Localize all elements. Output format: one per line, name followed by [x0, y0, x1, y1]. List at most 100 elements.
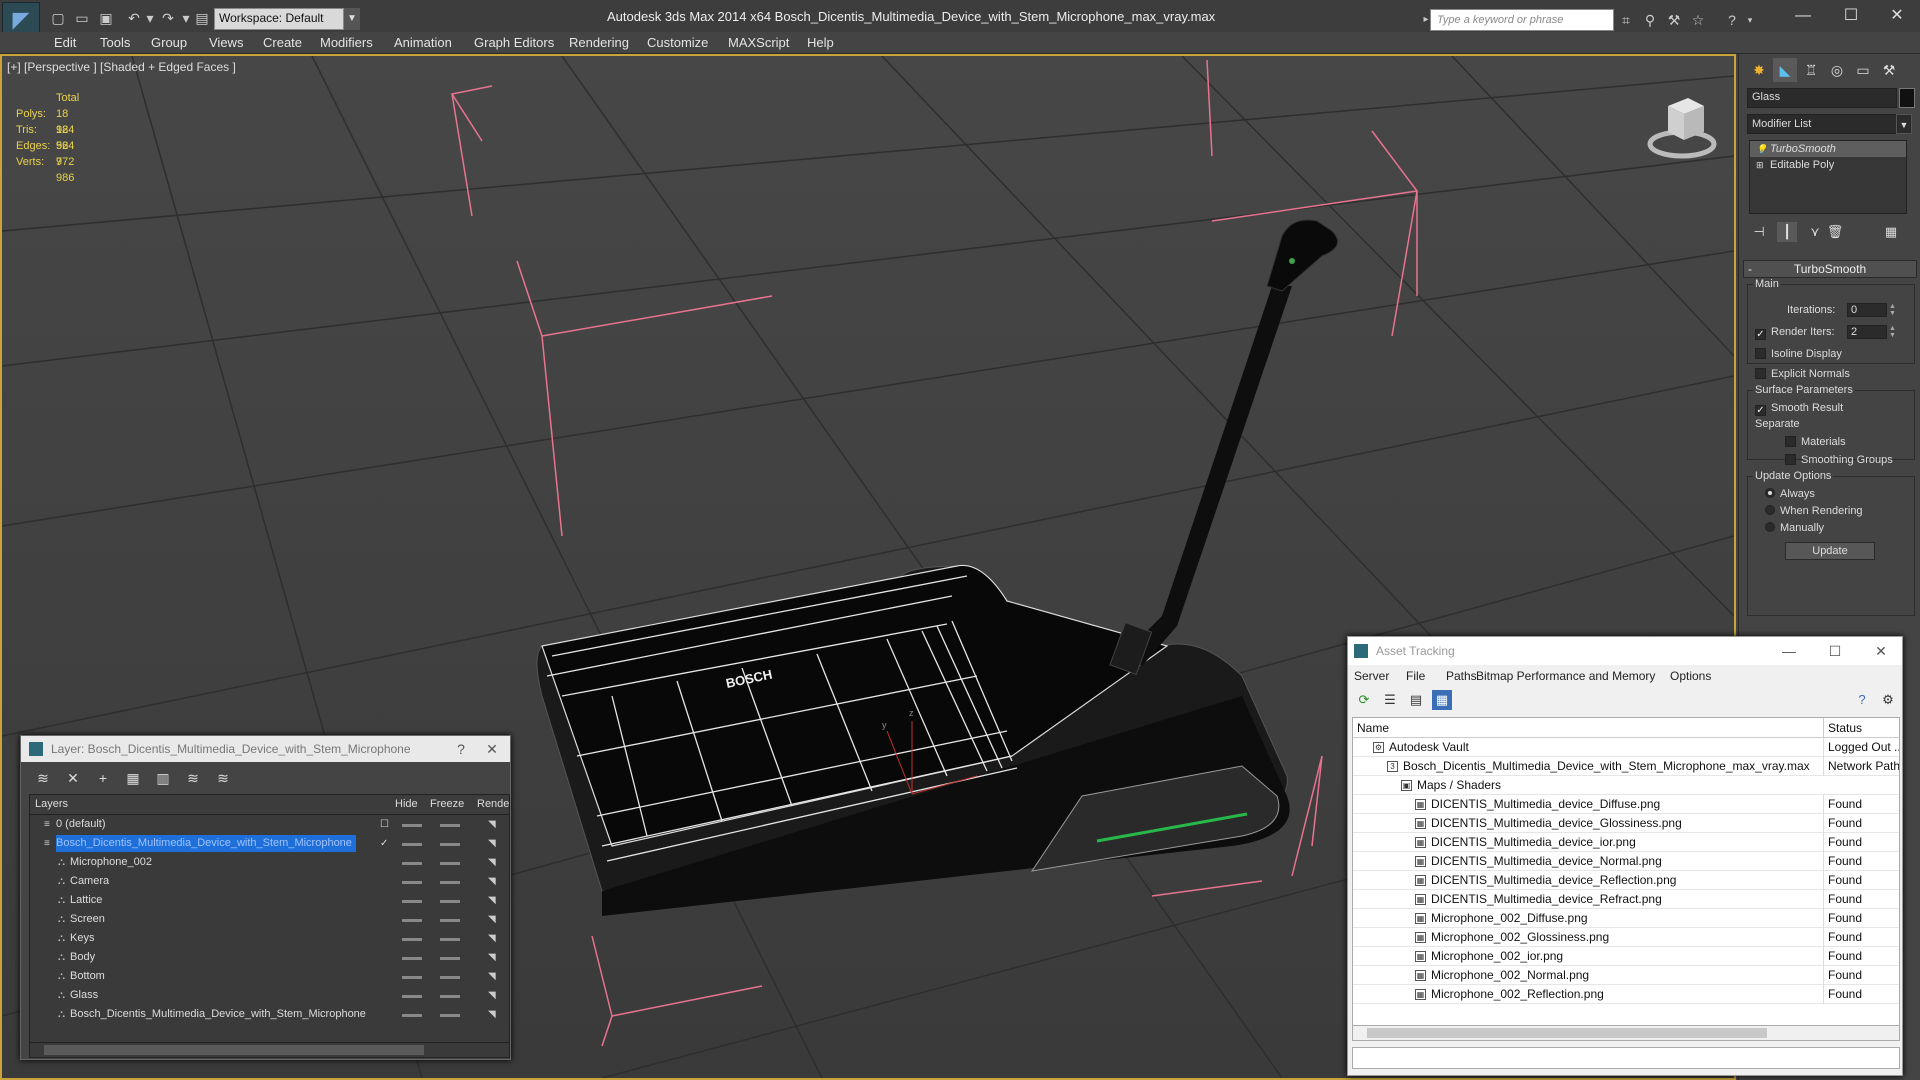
radio-when-rendering[interactable]: When Rendering — [1765, 503, 1863, 519]
layer-row[interactable]: ⛬ Keys ▬▬ ▬▬ ◥ — [30, 929, 509, 948]
col-status[interactable]: Status — [1823, 718, 1862, 738]
menu-file[interactable]: File — [1406, 669, 1425, 683]
smoothing-groups-checkbox[interactable]: Smoothing Groups — [1785, 452, 1893, 468]
menu-customize[interactable]: Customize — [647, 35, 708, 50]
freeze-toggle-icon[interactable]: ▬▬ — [440, 834, 460, 853]
asset-row[interactable]: ▦ Microphone_002_Normal.png Found — [1353, 966, 1899, 985]
render-toggle-icon[interactable]: ◥ — [488, 1005, 496, 1024]
layer-row[interactable]: ⛬ Screen ▬▬ ▬▬ ◥ — [30, 910, 509, 929]
microphone-device-model[interactable]: BOSCH — [536, 219, 1339, 916]
open-file-icon[interactable]: ▭ — [72, 8, 92, 28]
minimize-button[interactable]: — — [1780, 4, 1826, 28]
hide-all-icon[interactable]: ≋ — [183, 768, 203, 788]
freeze-toggle-icon[interactable]: ▬▬ — [440, 872, 460, 891]
freeze-all-icon[interactable]: ≋ — [213, 768, 233, 788]
asset-row[interactable]: ▦ Microphone_002_ior.png Found — [1353, 947, 1899, 966]
utilities-tab-icon[interactable]: ⚒ — [1877, 58, 1901, 82]
undo-dropdown-icon[interactable]: ▾ — [140, 8, 160, 28]
asset-row[interactable]: ▦ DICENTIS_Multimedia_device_ior.png Found — [1353, 833, 1899, 852]
pin-stack-icon[interactable]: ⊣ — [1749, 222, 1769, 242]
freeze-toggle-icon[interactable]: ▬▬ — [440, 1005, 460, 1024]
binoculars-icon[interactable]: ⌗ — [1616, 10, 1636, 30]
asset-row[interactable]: ▦ DICENTIS_Multimedia_device_Diffuse.png F… — [1353, 795, 1899, 814]
table-view-icon[interactable]: ▦ — [1432, 690, 1452, 710]
hide-toggle-icon[interactable]: ▬▬ — [402, 834, 422, 853]
asset-row[interactable]: 3 Bosch_Dicentis_Multimedia_Device_with_S… — [1353, 757, 1899, 776]
modify-tab-icon[interactable]: ◣ — [1773, 58, 1797, 82]
maximize-button[interactable]: ☐ — [1812, 637, 1858, 665]
menu-graph-editors[interactable]: Graph Editors — [474, 35, 554, 50]
iterations-spinner[interactable]: 0 — [1847, 303, 1887, 317]
project-folder-icon[interactable]: ▤ — [192, 8, 212, 28]
asset-row[interactable]: ▦ Microphone_002_Reflection.png Found — [1353, 985, 1899, 1004]
key-icon[interactable]: ⚲ — [1640, 10, 1660, 30]
workspace-arrow-icon[interactable]: ▼ — [344, 8, 360, 30]
hide-toggle-icon[interactable]: ▬▬ — [402, 853, 422, 872]
menu-group[interactable]: Group — [151, 35, 187, 50]
hide-toggle-icon[interactable]: ▬▬ — [402, 986, 422, 1005]
spinner-arrows-icon[interactable]: ▲ ▼ — [1889, 303, 1897, 317]
horizontal-scrollbar[interactable] — [1352, 1025, 1900, 1041]
render-toggle-icon[interactable]: ◥ — [488, 834, 496, 853]
current-layer-check-icon[interactable]: ✓ — [380, 834, 388, 853]
motion-tab-icon[interactable]: ◎ — [1825, 58, 1849, 82]
delete-layer-icon[interactable]: ✕ — [63, 768, 83, 788]
lightbulb-icon[interactable]: 💡 — [1756, 141, 1767, 157]
render-toggle-icon[interactable]: ◥ — [488, 815, 496, 834]
smooth-result-checkbox[interactable]: ✓ Smooth Result — [1755, 400, 1843, 416]
menu-tools[interactable]: Tools — [100, 35, 130, 50]
render-toggle-icon[interactable]: ◥ — [488, 891, 496, 910]
menu-paths[interactable]: Paths — [1446, 669, 1477, 683]
close-window-button[interactable]: ✕ — [477, 736, 507, 762]
list-view-icon[interactable]: ☰ — [1380, 690, 1400, 710]
hide-toggle-icon[interactable]: ▬▬ — [402, 1005, 422, 1024]
redo-icon[interactable]: ↷ — [158, 8, 178, 28]
object-color-swatch[interactable] — [1899, 88, 1915, 108]
new-layer-icon[interactable]: ≋ — [33, 768, 53, 788]
render-toggle-icon[interactable]: ◥ — [488, 853, 496, 872]
menu-rendering[interactable]: Rendering — [569, 35, 629, 50]
freeze-toggle-icon[interactable]: ▬▬ — [440, 986, 460, 1005]
asset-row[interactable]: ⚙ Autodesk Vault Logged Out ... — [1353, 738, 1899, 757]
layer-window-title[interactable]: Layer: Bosch_Dicentis_Multimedia_Device_… — [21, 736, 510, 762]
asset-row[interactable]: ▦ Microphone_002_Diffuse.png Found — [1353, 909, 1899, 928]
asset-row[interactable]: ▦ DICENTIS_Multimedia_device_Refract.png F… — [1353, 890, 1899, 909]
new-file-icon[interactable]: ▢ — [48, 8, 68, 28]
asset-row[interactable]: ▦ DICENTIS_Multimedia_device_Reflection.p… — [1353, 871, 1899, 890]
hide-toggle-icon[interactable]: ▬▬ — [402, 891, 422, 910]
menu-options[interactable]: Options — [1670, 669, 1711, 683]
refresh-icon[interactable]: ⟳ — [1354, 690, 1374, 710]
search-input[interactable]: Type a keyword or phrase — [1430, 9, 1614, 31]
col-hide[interactable]: Hide — [395, 798, 418, 810]
layer-row[interactable]: ⛬ Bottom ▬▬ ▬▬ ◥ — [30, 967, 509, 986]
remove-modifier-icon[interactable]: 🗑 — [1825, 222, 1845, 242]
layer-row[interactable]: ≡ 0 (default) ▬▬ ▬▬ ◥ ☐ — [30, 815, 509, 834]
radio-always[interactable]: Always — [1765, 486, 1815, 502]
asset-row[interactable]: ▦ DICENTIS_Multimedia_device_Normal.png Fo… — [1353, 852, 1899, 871]
hierarchy-tab-icon[interactable]: ♖ — [1799, 58, 1823, 82]
render-iters-spinner[interactable]: 2 — [1847, 325, 1887, 339]
col-render[interactable]: Render — [477, 798, 509, 810]
rollout-header[interactable]: - TurboSmooth — [1743, 260, 1917, 278]
freeze-toggle-icon[interactable]: ▬▬ — [440, 891, 460, 910]
asset-row[interactable]: ▣ Maps / Shaders — [1353, 776, 1899, 795]
modifier-stack[interactable]: 💡 TurboSmooth ⊞ Editable Poly — [1749, 140, 1907, 214]
stack-item-editable-poly[interactable]: ⊞ Editable Poly — [1750, 157, 1906, 173]
viewcube-icon[interactable] — [1642, 86, 1722, 166]
make-unique-icon[interactable]: ⋎ — [1805, 222, 1825, 242]
freeze-toggle-icon[interactable]: ▬▬ — [440, 815, 460, 834]
menu-bitmap-performance[interactable]: Bitmap Performance and Memory — [1476, 669, 1655, 683]
help-dropdown-icon[interactable]: ▾ — [1740, 10, 1760, 30]
save-file-icon[interactable]: ▣ — [96, 8, 116, 28]
stack-item-turbosmooth[interactable]: 💡 TurboSmooth — [1750, 141, 1906, 157]
layer-row[interactable]: ⛬ Glass ▬▬ ▬▬ ◥ — [30, 986, 509, 1005]
freeze-toggle-icon[interactable]: ▬▬ — [440, 967, 460, 986]
create-tab-icon[interactable]: ✸ — [1747, 58, 1771, 82]
layer-row[interactable]: ⛬ Bosch_Dicentis_Multimedia_Device_with_S… — [30, 1005, 509, 1024]
maximize-button[interactable]: ☐ — [1828, 4, 1874, 28]
detail-view-icon[interactable]: ▤ — [1406, 690, 1426, 710]
menu-maxscript[interactable]: MAXScript — [728, 35, 789, 50]
freeze-toggle-icon[interactable]: ▬▬ — [440, 929, 460, 948]
expand-plus-icon[interactable]: ⊞ — [1756, 157, 1764, 173]
render-toggle-icon[interactable]: ◥ — [488, 986, 496, 1005]
